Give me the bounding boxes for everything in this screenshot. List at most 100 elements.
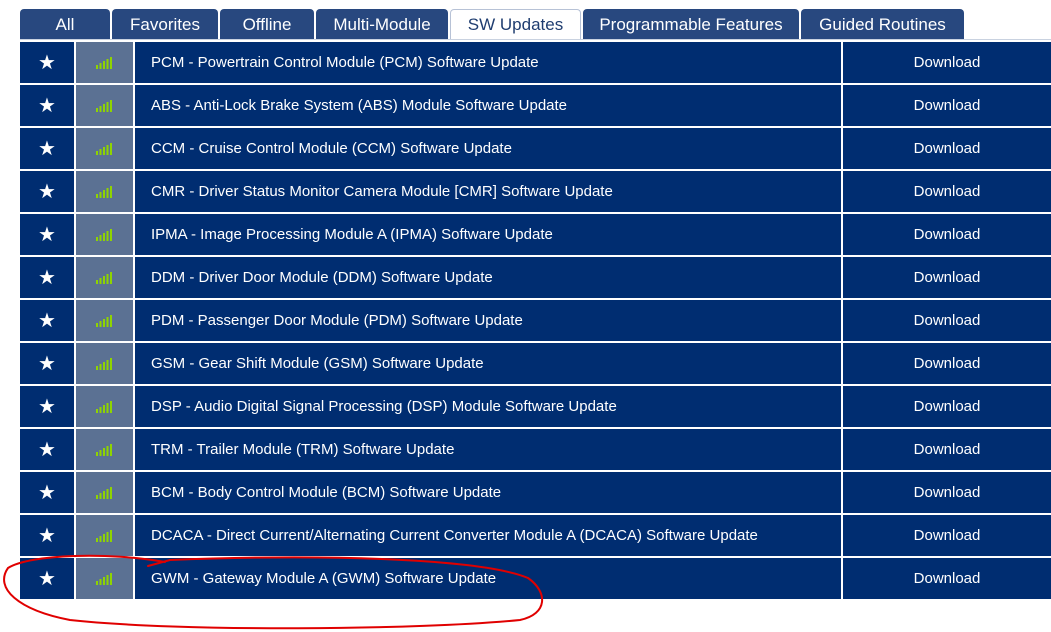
star-icon: ★ — [38, 94, 56, 117]
signal-bars-icon — [96, 357, 112, 370]
download-button[interactable]: Download — [843, 558, 1051, 599]
star-icon: ★ — [38, 309, 56, 332]
table-row: ★ BCM - Body Control Module (BCM) Softwar… — [20, 472, 1051, 513]
tab-programmable-features[interactable]: Programmable Features — [583, 9, 799, 40]
signal-bars-icon — [96, 142, 112, 155]
signal-bars-icon — [96, 271, 112, 284]
tab-divider — [20, 39, 1051, 40]
table-row: ★ DCACA - Direct Current/Alternating Curr… — [20, 515, 1051, 556]
download-button[interactable]: Download — [843, 472, 1051, 513]
signal-cell — [76, 558, 133, 599]
signal-cell — [76, 257, 133, 298]
signal-bars-icon — [96, 443, 112, 456]
download-button[interactable]: Download — [843, 429, 1051, 470]
module-update-name[interactable]: BCM - Body Control Module (BCM) Software… — [135, 472, 841, 513]
signal-bars-icon — [96, 228, 112, 241]
favorite-toggle[interactable]: ★ — [20, 171, 74, 212]
signal-cell — [76, 300, 133, 341]
tab-offline[interactable]: Offline — [220, 9, 314, 40]
table-row: ★ CCM - Cruise Control Module (CCM) Softw… — [20, 128, 1051, 169]
signal-cell — [76, 85, 133, 126]
favorite-toggle[interactable]: ★ — [20, 472, 74, 513]
signal-cell — [76, 429, 133, 470]
tab-all[interactable]: All — [20, 9, 110, 40]
tab-bar: All Favorites Offline Multi-Module SW Up… — [20, 9, 966, 40]
tab-multi-module[interactable]: Multi-Module — [316, 9, 448, 40]
module-update-name[interactable]: CMR - Driver Status Monitor Camera Modul… — [135, 171, 841, 212]
table-row: ★ PCM - Powertrain Control Module (PCM) S… — [20, 42, 1051, 83]
table-row: ★ GSM - Gear Shift Module (GSM) Software … — [20, 343, 1051, 384]
tab-guided-routines[interactable]: Guided Routines — [801, 9, 964, 40]
download-button[interactable]: Download — [843, 214, 1051, 255]
signal-cell — [76, 515, 133, 556]
table-row: ★ GWM - Gateway Module A (GWM) Software U… — [20, 558, 1051, 599]
star-icon: ★ — [38, 352, 56, 375]
download-button[interactable]: Download — [843, 386, 1051, 427]
signal-bars-icon — [96, 572, 112, 585]
download-button[interactable]: Download — [843, 42, 1051, 83]
signal-bars-icon — [96, 185, 112, 198]
signal-bars-icon — [96, 486, 112, 499]
favorite-toggle[interactable]: ★ — [20, 300, 74, 341]
download-button[interactable]: Download — [843, 128, 1051, 169]
table-row: ★ DSP - Audio Digital Signal Processing (… — [20, 386, 1051, 427]
favorite-toggle[interactable]: ★ — [20, 42, 74, 83]
download-button[interactable]: Download — [843, 257, 1051, 298]
signal-bars-icon — [96, 314, 112, 327]
module-update-name[interactable]: DDM - Driver Door Module (DDM) Software … — [135, 257, 841, 298]
star-icon: ★ — [38, 180, 56, 203]
favorite-toggle[interactable]: ★ — [20, 257, 74, 298]
module-update-name[interactable]: DCACA - Direct Current/Alternating Curre… — [135, 515, 841, 556]
favorite-toggle[interactable]: ★ — [20, 214, 74, 255]
star-icon: ★ — [38, 223, 56, 246]
star-icon: ★ — [38, 481, 56, 504]
table-row: ★ ABS - Anti-Lock Brake System (ABS) Modu… — [20, 85, 1051, 126]
signal-cell — [76, 128, 133, 169]
module-update-name[interactable]: TRM - Trailer Module (TRM) Software Upda… — [135, 429, 841, 470]
favorite-toggle[interactable]: ★ — [20, 386, 74, 427]
signal-cell — [76, 386, 133, 427]
table-row: ★ PDM - Passenger Door Module (PDM) Softw… — [20, 300, 1051, 341]
signal-cell — [76, 171, 133, 212]
download-button[interactable]: Download — [843, 85, 1051, 126]
favorite-toggle[interactable]: ★ — [20, 558, 74, 599]
module-update-name[interactable]: GSM - Gear Shift Module (GSM) Software U… — [135, 343, 841, 384]
tab-favorites[interactable]: Favorites — [112, 9, 218, 40]
signal-cell — [76, 472, 133, 513]
tab-sw-updates[interactable]: SW Updates — [450, 9, 581, 40]
module-update-name[interactable]: PCM - Powertrain Control Module (PCM) So… — [135, 42, 841, 83]
star-icon: ★ — [38, 137, 56, 160]
star-icon: ★ — [38, 395, 56, 418]
sw-updates-list: ★ PCM - Powertrain Control Module (PCM) S… — [20, 42, 1051, 601]
star-icon: ★ — [38, 51, 56, 74]
download-button[interactable]: Download — [843, 171, 1051, 212]
table-row: ★ IPMA - Image Processing Module A (IPMA)… — [20, 214, 1051, 255]
module-update-name[interactable]: PDM - Passenger Door Module (PDM) Softwa… — [135, 300, 841, 341]
star-icon: ★ — [38, 438, 56, 461]
signal-cell — [76, 214, 133, 255]
signal-cell — [76, 343, 133, 384]
star-icon: ★ — [38, 266, 56, 289]
favorite-toggle[interactable]: ★ — [20, 128, 74, 169]
signal-cell — [76, 42, 133, 83]
module-update-name[interactable]: CCM - Cruise Control Module (CCM) Softwa… — [135, 128, 841, 169]
signal-bars-icon — [96, 529, 112, 542]
module-update-name[interactable]: ABS - Anti-Lock Brake System (ABS) Modul… — [135, 85, 841, 126]
module-update-name[interactable]: DSP - Audio Digital Signal Processing (D… — [135, 386, 841, 427]
signal-bars-icon — [96, 400, 112, 413]
star-icon: ★ — [38, 567, 56, 590]
module-update-name[interactable]: GWM - Gateway Module A (GWM) Software Up… — [135, 558, 841, 599]
download-button[interactable]: Download — [843, 300, 1051, 341]
favorite-toggle[interactable]: ★ — [20, 429, 74, 470]
favorite-toggle[interactable]: ★ — [20, 85, 74, 126]
table-row: ★ CMR - Driver Status Monitor Camera Modu… — [20, 171, 1051, 212]
download-button[interactable]: Download — [843, 343, 1051, 384]
favorite-toggle[interactable]: ★ — [20, 515, 74, 556]
table-row: ★ DDM - Driver Door Module (DDM) Software… — [20, 257, 1051, 298]
download-button[interactable]: Download — [843, 515, 1051, 556]
signal-bars-icon — [96, 99, 112, 112]
module-update-name[interactable]: IPMA - Image Processing Module A (IPMA) … — [135, 214, 841, 255]
table-row: ★ TRM - Trailer Module (TRM) Software Upd… — [20, 429, 1051, 470]
favorite-toggle[interactable]: ★ — [20, 343, 74, 384]
signal-bars-icon — [96, 56, 112, 69]
